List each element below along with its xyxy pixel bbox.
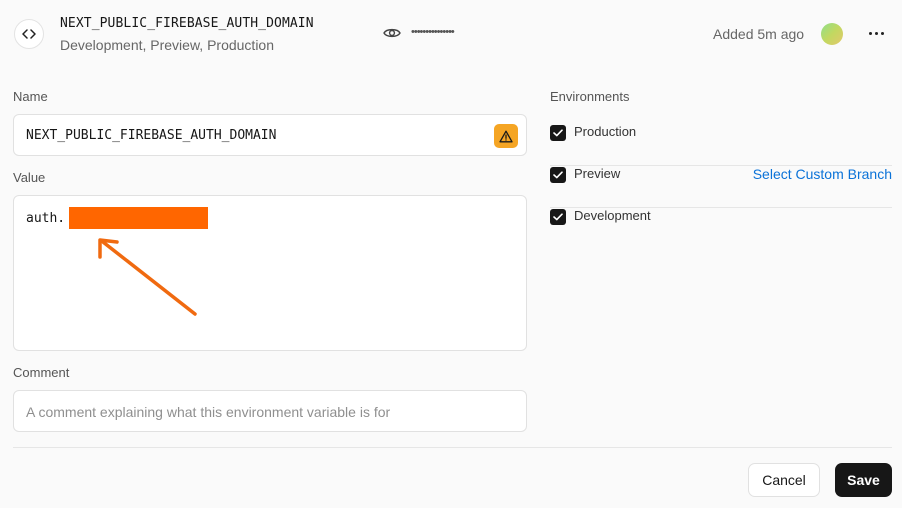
name-field[interactable]: NEXT_PUBLIC_FIREBASE_AUTH_DOMAIN [13,114,527,156]
preview-label: Preview [574,166,621,181]
environment-row-development: Development [550,208,892,250]
development-label: Development [574,208,651,223]
name-label: Name [13,89,48,104]
warning-badge[interactable] [494,124,518,148]
environment-row-production: Production [550,124,892,166]
value-label: Value [13,170,46,185]
added-timestamp: Added 5m ago [713,26,805,42]
name-field-value: NEXT_PUBLIC_FIREBASE_AUTH_DOMAIN [26,128,277,143]
preview-checkbox[interactable] [550,167,566,183]
eye-icon[interactable] [383,26,401,40]
cancel-button[interactable]: Cancel [748,463,820,497]
save-button[interactable]: Save [835,463,892,497]
masked-value: ••••••••••••••• [411,26,455,38]
check-icon [553,129,563,137]
code-brackets-icon [22,29,36,39]
value-textarea[interactable]: auth. [13,195,527,351]
select-custom-branch-link[interactable]: Select Custom Branch [753,166,892,182]
comment-label: Comment [13,365,70,380]
more-options-icon[interactable] [864,27,888,39]
variable-title: NEXT_PUBLIC_FIREBASE_AUTH_DOMAIN [60,16,314,31]
annotation-arrow-icon [98,238,197,316]
avatar[interactable] [821,23,843,45]
development-checkbox[interactable] [550,209,566,225]
environment-row-preview: Preview Select Custom Branch [550,166,892,208]
environments-label: Environments [550,89,630,104]
comment-field[interactable]: A comment explaining what this environme… [13,390,527,432]
production-label: Production [574,124,637,139]
comment-placeholder: A comment explaining what this environme… [26,404,391,420]
production-checkbox[interactable] [550,125,566,141]
variable-environments-summary: Development, Preview, Production [60,37,274,53]
warning-icon [499,130,513,142]
check-icon [553,213,563,221]
code-toggle-button[interactable] [14,19,44,49]
footer-divider [13,447,892,448]
check-icon [553,171,563,179]
